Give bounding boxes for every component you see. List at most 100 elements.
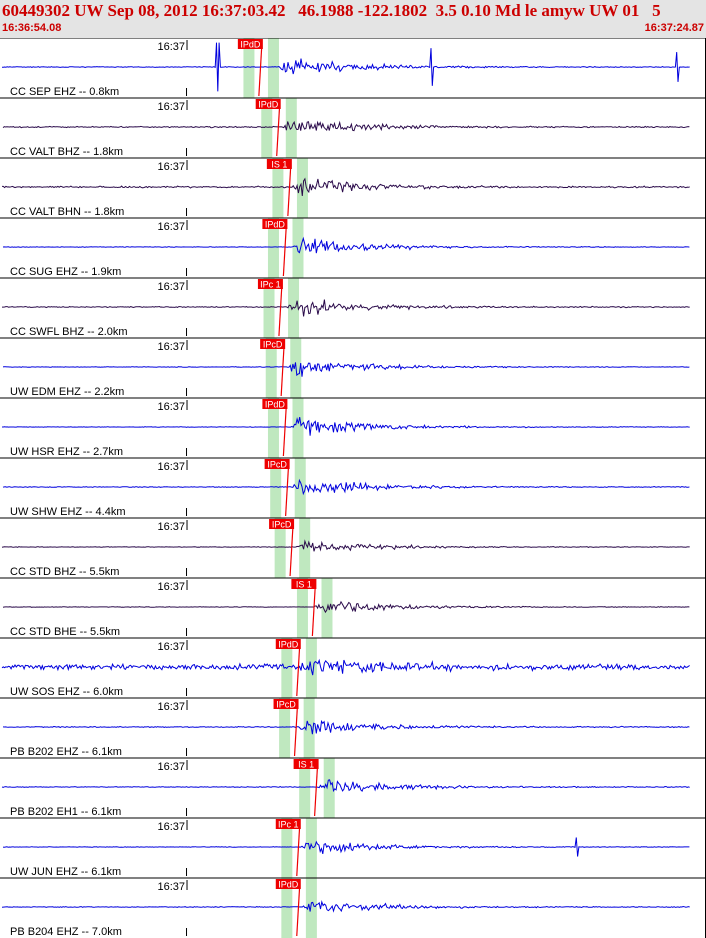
- pick-line: [258, 43, 263, 97]
- station-label: UW HSR EHZ -- 2.7km: [10, 446, 123, 458]
- event-title: 60449302 UW Sep 08, 2012 16:37:03.42 46.…: [2, 1, 661, 20]
- station-label: UW JUN EHZ -- 6.1km: [10, 866, 121, 878]
- waveform-trace: [2, 177, 690, 196]
- trace-panel: 16:37 IPdD PB B204 EHZ -- 7.0km: [0, 877, 706, 938]
- s-window-band: [288, 278, 300, 338]
- trace-panel: 16:37 IPc 1 UW JUN EHZ -- 6.1km: [0, 817, 706, 878]
- time-tick-label: 16:37: [157, 41, 185, 53]
- waveform-trace: [2, 236, 690, 254]
- time-tick-label: 16:37: [157, 521, 185, 533]
- trace-panel: 16:37 IPdD UW SOS EHZ -- 6.0km: [0, 637, 706, 698]
- pick-label: IPdD: [265, 400, 286, 410]
- station-label: CC STD BHZ -- 5.5km: [10, 566, 119, 578]
- station-label: CC SWFL BHZ -- 2.0km: [10, 326, 128, 338]
- pick-line: [280, 343, 285, 397]
- pick-label: IS 1: [296, 580, 312, 590]
- s-window-band: [267, 38, 279, 98]
- trace-panel: 16:37 IPc 1 CC SWFL BHZ -- 2.0km: [0, 277, 706, 338]
- waveform-trace: [1, 658, 690, 676]
- station-label: PB B202 EH1 -- 6.1km: [10, 806, 121, 818]
- pick-label: IPdD: [240, 40, 261, 50]
- pick-line: [278, 283, 283, 337]
- waveform-trace: [1, 539, 690, 552]
- station-label: CC VALT BHN -- 1.8km: [10, 206, 124, 218]
- waveform-trace: [2, 299, 690, 317]
- time-tick-label: 16:37: [157, 221, 185, 233]
- pick-label: IPcD: [267, 460, 287, 470]
- station-label: CC STD BHE -- 5.5km: [10, 626, 120, 638]
- s-window-band: [299, 518, 311, 578]
- s-window-band: [292, 218, 304, 278]
- pick-label: IPc 1: [260, 280, 281, 290]
- station-label: UW SHW EHZ -- 4.4km: [10, 506, 126, 518]
- header-bar: 60449302 UW Sep 08, 2012 16:37:03.42 46.…: [0, 0, 706, 38]
- pick-line: [282, 223, 287, 277]
- seismogram-plot: 16:37 IPdD CC SEP EHZ -- 0.8km 16:37 IPdD CC …: [0, 38, 706, 938]
- pick-line: [296, 643, 301, 697]
- station-label: PB B202 EHZ -- 6.1km: [10, 746, 122, 758]
- time-tick-label: 16:37: [157, 581, 185, 593]
- trace-panel: 16:37 IPdD CC VALT BHZ -- 1.8km: [0, 97, 706, 158]
- pick-label: IPc 1: [278, 820, 299, 830]
- pick-line: [314, 763, 319, 817]
- s-window-band: [305, 818, 317, 878]
- time-tick-label: 16:37: [157, 641, 185, 653]
- pick-line: [285, 463, 290, 517]
- pick-line: [282, 403, 287, 457]
- trace-panel: 16:37 IPdD CC SEP EHZ -- 0.8km: [0, 38, 706, 98]
- waveform-trace: [2, 600, 690, 614]
- s-window-band: [292, 398, 304, 458]
- start-time-label: 16:36:54.08: [2, 22, 62, 34]
- pick-label: IPdD: [278, 880, 299, 890]
- time-tick-label: 16:37: [157, 161, 185, 173]
- trace-panel: 16:37 IS 1 CC VALT BHN -- 1.8km: [0, 157, 706, 218]
- pick-line: [287, 163, 292, 217]
- station-label: CC VALT BHZ -- 1.8km: [10, 146, 123, 158]
- pick-label: IPdD: [278, 640, 299, 650]
- time-tick-label: 16:37: [157, 101, 185, 113]
- trace-panel: 16:37 IPdD UW HSR EHZ -- 2.7km: [0, 397, 706, 458]
- pick-line: [311, 583, 316, 637]
- pick-label: IPdD: [258, 100, 279, 110]
- waveform-trace: [1, 899, 690, 913]
- station-label: CC SEP EHZ -- 0.8km: [10, 86, 119, 98]
- end-time-label: 16:37:24.87: [644, 22, 704, 34]
- time-tick-label: 16:37: [157, 881, 185, 893]
- waveform-trace: [2, 42, 690, 92]
- waveform-trace: [2, 417, 690, 436]
- trace-panel: 16:37 IPcD UW EDM EHZ -- 2.2km: [0, 337, 706, 398]
- pick-line: [293, 703, 299, 757]
- pick-label: IPcD: [276, 700, 296, 710]
- pick-label: IPdD: [265, 220, 286, 230]
- waveform-trace: [2, 478, 690, 496]
- time-tick-label: 16:37: [157, 761, 185, 773]
- pick-line: [276, 103, 281, 157]
- pick-label: IPcD: [272, 520, 292, 530]
- waveform-trace: [1, 779, 690, 793]
- pick-label: IS 1: [271, 160, 287, 170]
- pick-line: [289, 523, 294, 577]
- pick-label: IS 1: [298, 760, 314, 770]
- station-label: CC SUG EHZ -- 1.9km: [10, 266, 121, 278]
- waveform-trace: [2, 120, 690, 132]
- trace-panel: 16:37 IPdD CC SUG EHZ -- 1.9km: [0, 217, 706, 278]
- time-tick-label: 16:37: [157, 461, 185, 473]
- waveform-trace: [2, 362, 690, 377]
- waveform-trace: [2, 837, 690, 857]
- waveform-trace: [2, 719, 690, 735]
- time-tick-label: 16:37: [157, 281, 185, 293]
- trace-panel: 16:37 IPcD UW SHW EHZ -- 4.4km: [0, 457, 706, 518]
- time-tick-label: 16:37: [157, 821, 185, 833]
- station-label: UW SOS EHZ -- 6.0km: [10, 686, 123, 698]
- pick-label: IPcD: [263, 340, 283, 350]
- trace-panel: 16:37 IPcD PB B202 EHZ -- 6.1km: [0, 697, 706, 758]
- trace-panel: 16:37 IS 1 CC STD BHE -- 5.5km: [0, 577, 706, 638]
- time-tick-label: 16:37: [157, 401, 185, 413]
- pick-line: [296, 883, 301, 937]
- time-tick-label: 16:37: [157, 341, 185, 353]
- station-label: PB B204 EHZ -- 7.0km: [10, 926, 122, 938]
- trace-panel: 16:37 IS 1 PB B202 EH1 -- 6.1km: [0, 757, 706, 818]
- pick-line: [296, 823, 301, 877]
- station-label: UW EDM EHZ -- 2.2km: [10, 386, 124, 398]
- trace-panel: 16:37 IPcD CC STD BHZ -- 5.5km: [0, 517, 706, 578]
